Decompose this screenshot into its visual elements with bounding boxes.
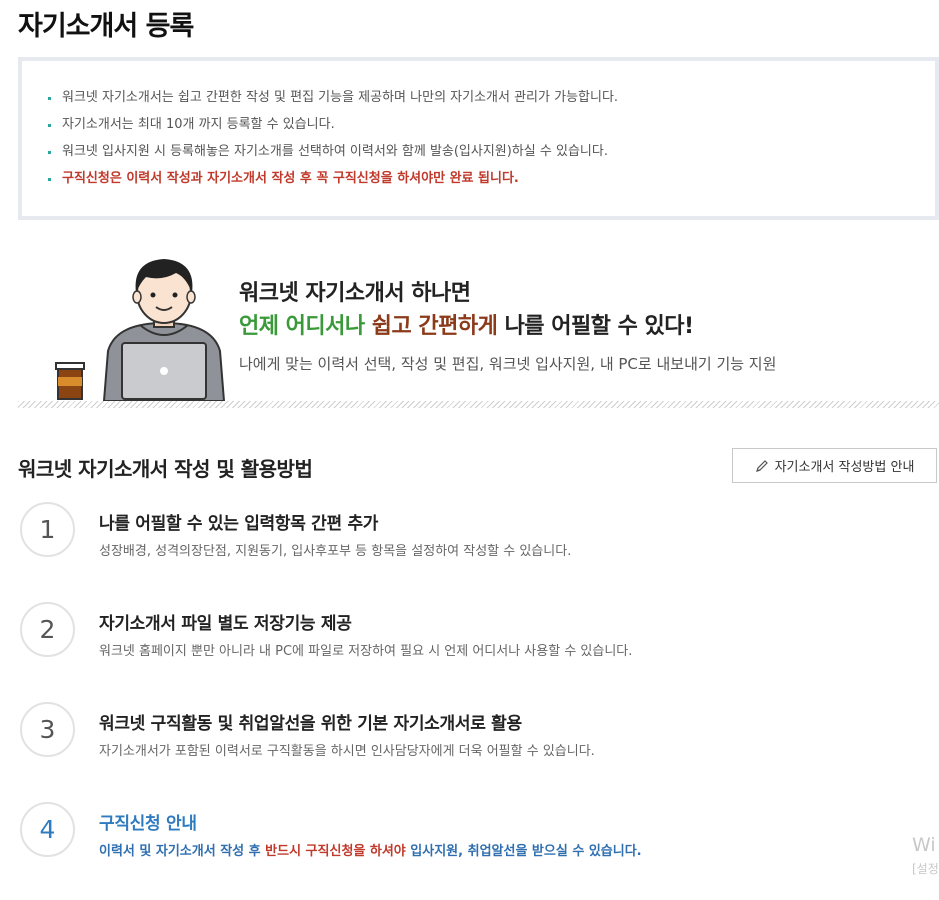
pencil-icon: [755, 459, 768, 472]
notice-box: 워크넷 자기소개서는 쉽고 간편한 작성 및 편집 기능을 제공하며 나만의 자…: [18, 57, 939, 220]
promo-text: 워크넷 자기소개서 하나면 언제 어디서나 쉽고 간편하게 나를 어필할 수 있…: [239, 275, 776, 374]
step-title: 나를 어필할 수 있는 입력항목 간편 추가: [99, 514, 379, 534]
promo-tagline-dark: 나를 어필할 수 있다!: [504, 314, 694, 339]
section-title: 워크넷 자기소개서 작성 및 활용방법: [18, 457, 313, 481]
step-desc-part: 이력서 및 자기소개서 작성 후: [99, 844, 266, 859]
step-title: 구직신청 안내: [99, 814, 197, 834]
person-laptop-illustration: [55, 259, 226, 401]
promo-headline: 워크넷 자기소개서 하나면: [239, 281, 471, 306]
step-desc-part: 입사지원, 취업알선을 받으실 수 있습니다.: [405, 844, 642, 859]
notice-item-warning: 구직신청은 이력서 작성과 자기소개서 작성 후 꼭 구직신청을 하셔야만 완료…: [48, 170, 618, 197]
step-desc: 이력서 및 자기소개서 작성 후 반드시 구직신청을 하셔야 입사지원, 취업알…: [99, 840, 642, 859]
os-activation-watermark: Wi: [912, 834, 936, 856]
step-number: 4: [20, 802, 75, 857]
promo-subtitle: 나에게 맞는 이력서 선택, 작성 및 편집, 워크넷 입사지원, 내 PC로 …: [239, 355, 777, 373]
step-desc: 성장배경, 성격의장단점, 지원동기, 입사후포부 등 항목을 설정하여 작성할…: [99, 544, 572, 559]
step-number: 1: [20, 502, 75, 557]
notice-item: 자기소개서는 최대 10개 까지 등록할 수 있습니다.: [48, 116, 618, 143]
notice-item: 워크넷 자기소개서는 쉽고 간편한 작성 및 편집 기능을 제공하며 나만의 자…: [48, 89, 618, 116]
step-number: 2: [20, 602, 75, 657]
step-desc: 자기소개서가 포함된 이력서로 구직활동을 하시면 인사담당자에게 더욱 어필할…: [99, 744, 595, 759]
os-activation-watermark-sub: [설정: [912, 862, 939, 876]
promo-tagline-green: 언제 어디서나: [239, 314, 365, 339]
step-desc-emphasis: 반드시 구직신청을 하셔야: [265, 844, 406, 859]
promo-tagline: 언제 어디서나 쉽고 간편하게 나를 어필할 수 있다!: [239, 308, 776, 353]
page-title: 자기소개서 등록: [18, 11, 194, 42]
step-number: 3: [20, 702, 75, 757]
guide-button-label: 자기소개서 작성방법 안내: [774, 460, 915, 475]
notice-list: 워크넷 자기소개서는 쉽고 간편한 작성 및 편집 기능을 제공하며 나만의 자…: [48, 89, 618, 197]
step-title: 자기소개서 파일 별도 저장기능 제공: [99, 614, 352, 634]
step-title: 워크넷 구직활동 및 취업알선을 위한 기본 자기소개서로 활용: [99, 714, 522, 734]
divider-stripe: [18, 401, 939, 408]
promo-banner: 워크넷 자기소개서 하나면 언제 어디서나 쉽고 간편하게 나를 어필할 수 있…: [18, 255, 939, 408]
promo-tagline-brown: 쉽고 간편하게: [371, 314, 498, 339]
notice-item: 워크넷 입사지원 시 등록해놓은 자기소개를 선택하여 이력서와 함께 발송(입…: [48, 143, 618, 170]
guide-button[interactable]: 자기소개서 작성방법 안내: [732, 448, 937, 483]
step-desc: 워크넷 홈페이지 뿐만 아니라 내 PC에 파일로 저장하여 필요 시 언제 어…: [99, 644, 633, 659]
